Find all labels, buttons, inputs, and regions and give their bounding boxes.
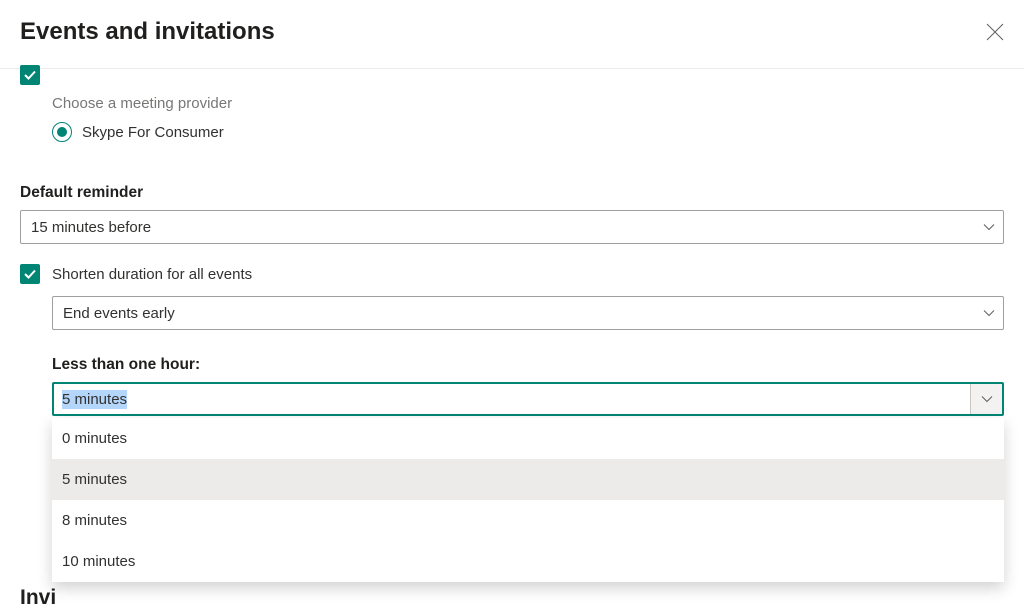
dropdown-option[interactable]: 8 minutes <box>52 500 1004 541</box>
shorten-mode-value: End events early <box>63 305 175 322</box>
dialog-header: Events and invitations <box>0 0 1024 69</box>
chevron-down-icon <box>983 221 995 233</box>
shorten-mode-select[interactable]: End events early <box>52 296 1004 330</box>
radio-selected-icon <box>52 122 72 142</box>
meeting-provider-option[interactable]: Skype For Consumer <box>52 122 1004 142</box>
default-reminder-label: Default reminder <box>20 184 1004 202</box>
default-reminder-value: 15 minutes before <box>31 219 151 236</box>
chevron-down-icon <box>981 393 993 405</box>
dialog-content: Choose a meeting provider Skype For Cons… <box>0 65 1024 610</box>
close-icon[interactable] <box>986 23 1004 41</box>
dropdown-option[interactable]: 10 minutes <box>52 541 1004 582</box>
meeting-provider-label: Choose a meeting provider <box>52 95 1004 112</box>
shorten-duration-row: Shorten duration for all events <box>20 264 1004 284</box>
shorten-duration-checkbox[interactable] <box>20 264 40 284</box>
less-than-hour-label: Less than one hour: <box>52 356 1004 374</box>
dropdown-option[interactable]: 0 minutes <box>52 418 1004 459</box>
default-reminder-select[interactable]: 15 minutes before <box>20 210 1004 244</box>
meeting-provider-block: Choose a meeting provider Skype For Cons… <box>52 95 1004 142</box>
invitations-section-heading: Invi <box>20 586 1004 610</box>
add-online-meeting-row <box>20 65 1004 85</box>
chevron-down-icon <box>983 307 995 319</box>
less-than-hour-value: 5 minutes <box>54 384 970 414</box>
shorten-duration-label: Shorten duration for all events <box>52 266 252 283</box>
meeting-provider-option-label: Skype For Consumer <box>82 124 224 141</box>
less-than-hour-input[interactable]: 5 minutes <box>52 382 1004 416</box>
less-than-hour-toggle-button[interactable] <box>970 384 1002 414</box>
dropdown-option[interactable]: 5 minutes <box>52 459 1004 500</box>
shorten-mode-wrapper: End events early Less than one hour: 5 m… <box>52 296 1004 416</box>
online-meeting-checkbox[interactable] <box>20 65 40 85</box>
dialog-title: Events and invitations <box>20 18 275 46</box>
less-than-hour-combobox: 5 minutes 0 minutes 5 minutes 8 minutes … <box>52 382 1004 416</box>
less-than-hour-dropdown: 0 minutes 5 minutes 8 minutes 10 minutes <box>52 418 1004 582</box>
